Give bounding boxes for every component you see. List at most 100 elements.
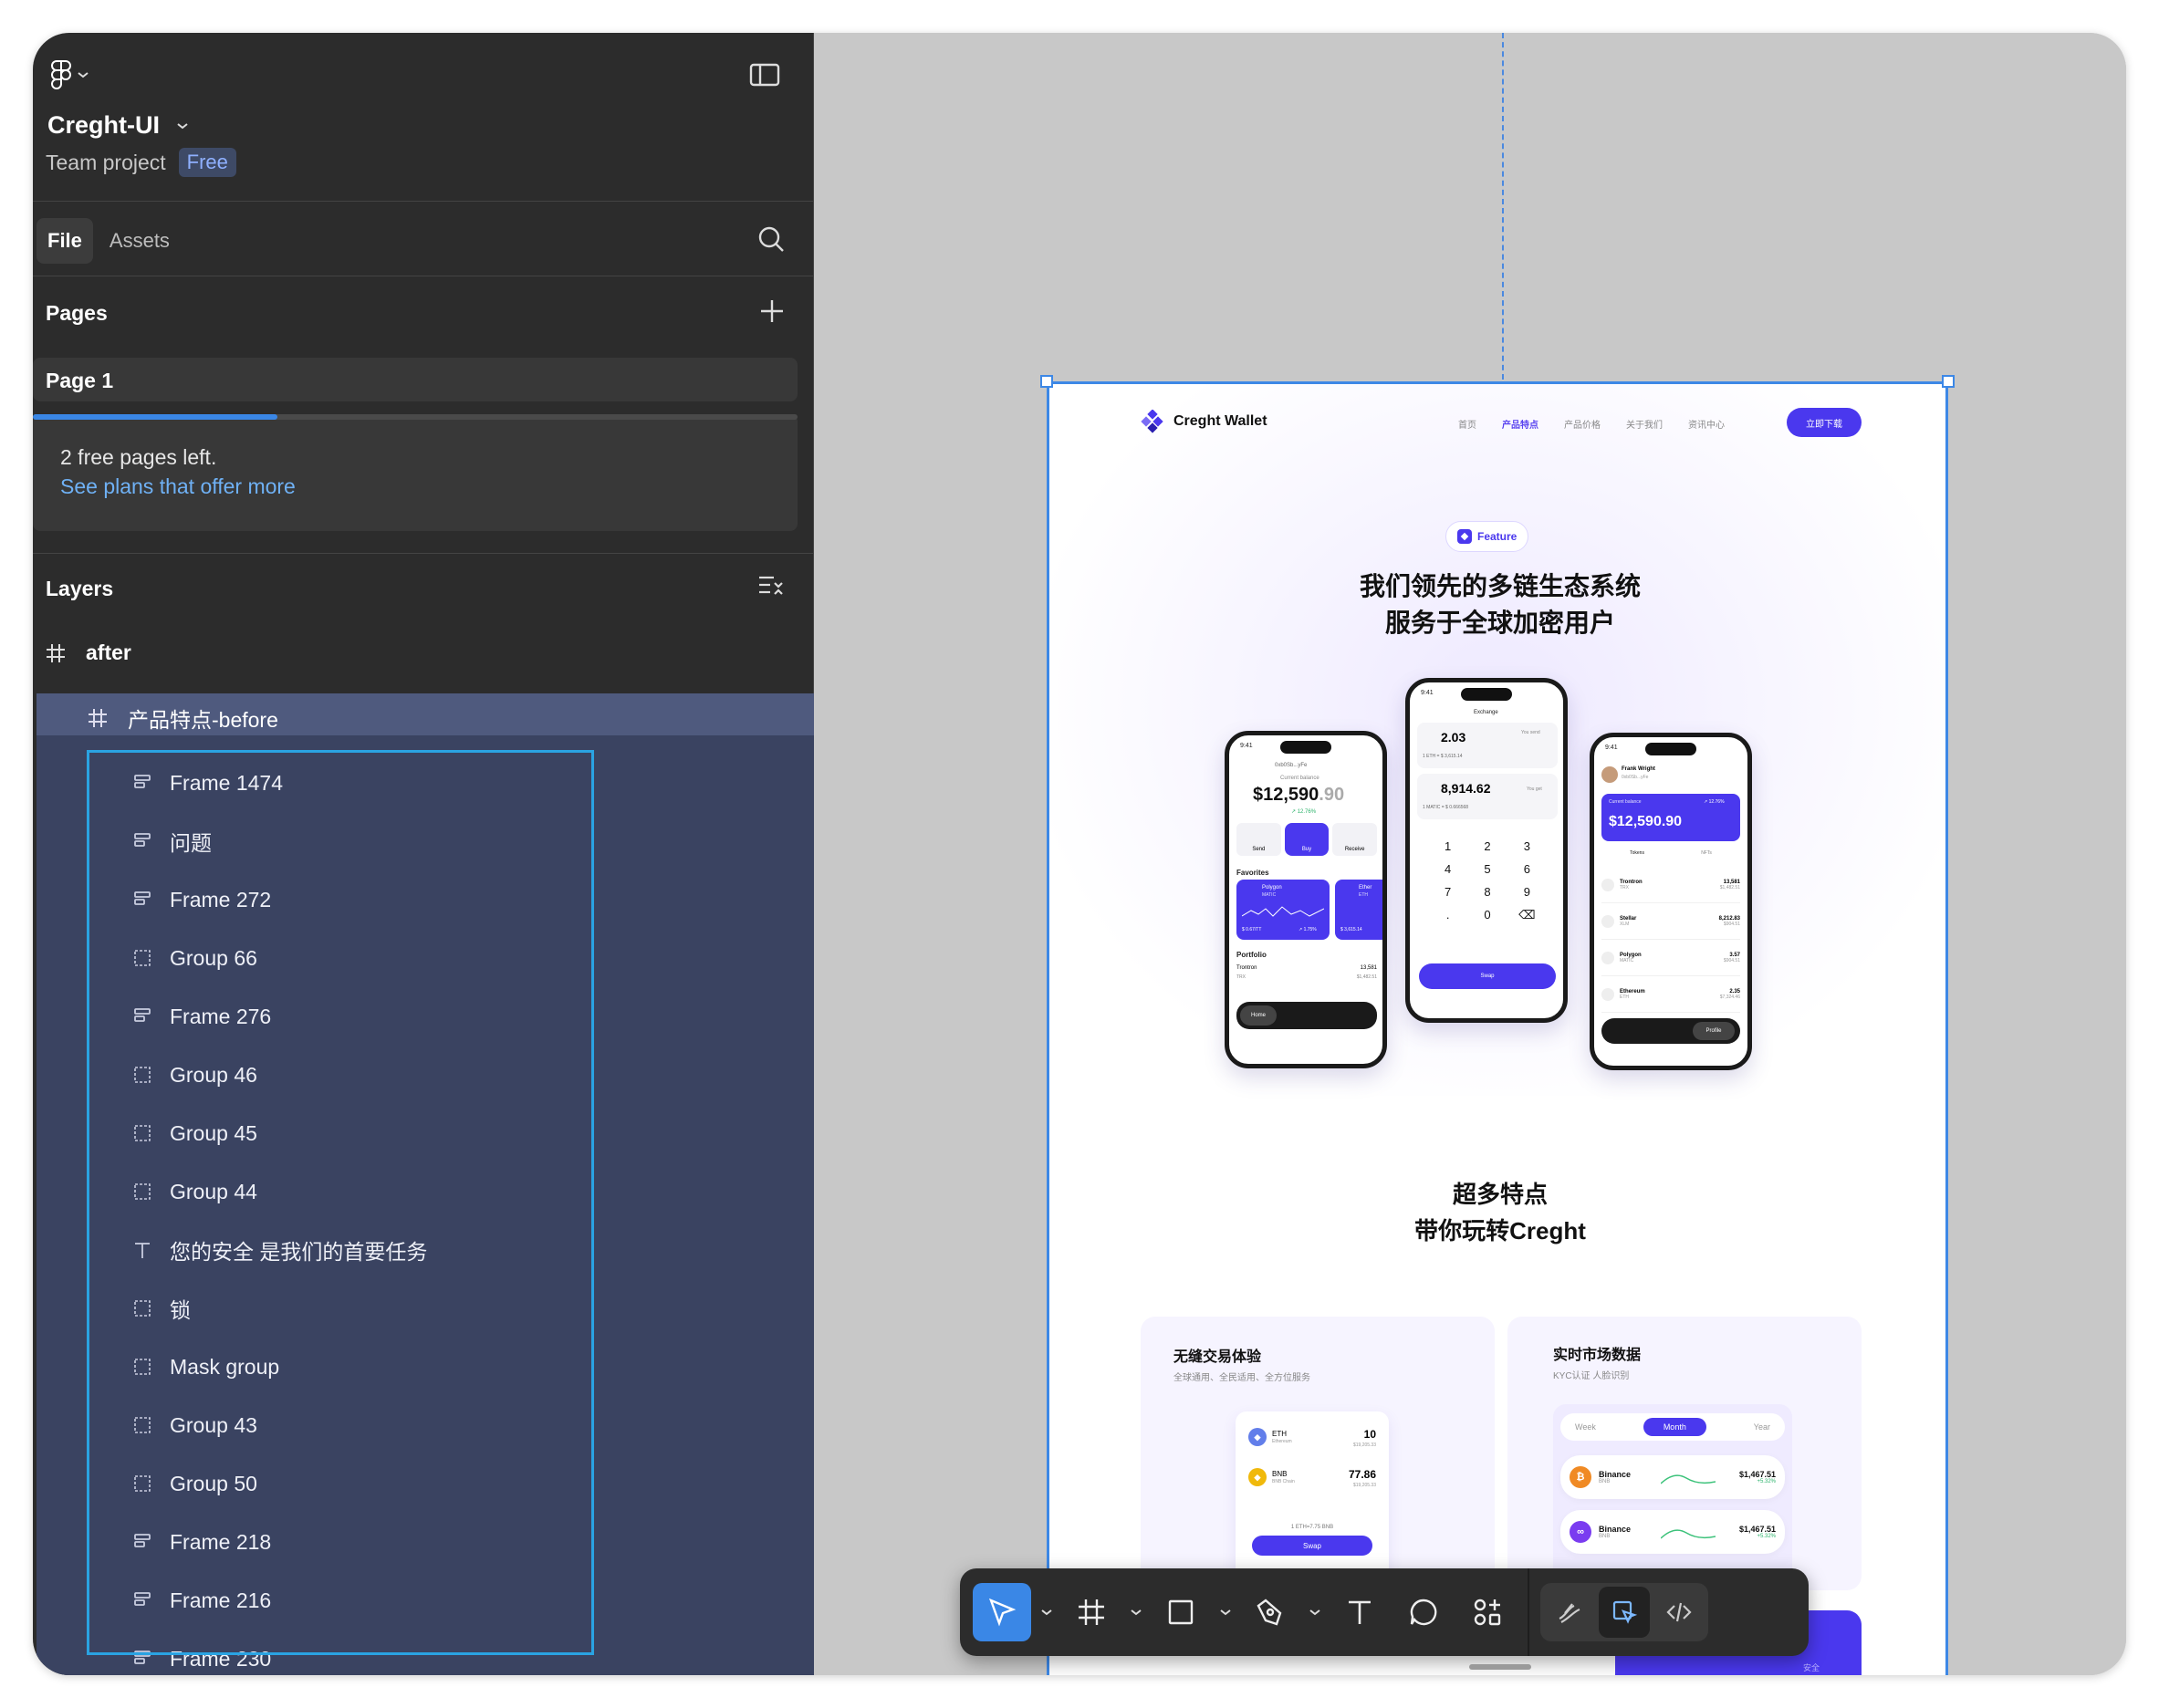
keypad-key[interactable]: 0: [1467, 908, 1507, 922]
feature-card-market: 实时市场数据 KYC认证 人脸识别 Week Month Year ₿ Binan…: [1507, 1317, 1862, 1605]
segment-year[interactable]: Year: [1754, 1422, 1770, 1432]
text-icon: [1349, 1600, 1371, 1624]
tab-tokens[interactable]: Tokens: [1630, 850, 1644, 856]
tab-home[interactable]: Home: [1240, 1005, 1277, 1026]
tab-profile[interactable]: Profile: [1693, 1022, 1735, 1040]
shape-tool-button[interactable]: [1152, 1583, 1210, 1641]
token-icon: [1601, 914, 1614, 928]
coin-sub: BNB: [1599, 1534, 1611, 1539]
nav-item[interactable]: 首页: [1458, 417, 1476, 431]
layers-options-button[interactable]: [756, 573, 793, 609]
nav-item[interactable]: 关于我们: [1626, 417, 1663, 431]
rectangle-icon: [1168, 1599, 1194, 1625]
keypad-key[interactable]: 9: [1507, 885, 1547, 899]
keypad-key[interactable]: 6: [1507, 862, 1547, 876]
left-sidebar: Creght-UI Team project Free File Assets …: [33, 33, 814, 1675]
resize-handle[interactable]: [1942, 375, 1955, 388]
keypad-key[interactable]: 7: [1428, 885, 1467, 899]
tab-file[interactable]: File: [37, 218, 93, 264]
token-row[interactable]: Polygon MATIC 3.57 $904.51: [1601, 940, 1740, 976]
row1-value: $19,205.33: [1352, 1442, 1376, 1448]
row2-value: $19,205.33: [1352, 1483, 1376, 1488]
design-mode-button[interactable]: [1599, 1587, 1650, 1638]
comment-tool-button[interactable]: [1394, 1583, 1453, 1641]
tab-nfts[interactable]: NFTs: [1701, 850, 1712, 856]
move-tool-button[interactable]: [973, 1583, 1031, 1641]
receive-action[interactable]: Receive: [1332, 823, 1378, 856]
actions-tool-button[interactable]: [1458, 1583, 1517, 1641]
download-button[interactable]: 立即下载: [1787, 408, 1862, 437]
token-row[interactable]: Trontron TRX 13,581 $1,482.51: [1601, 867, 1740, 903]
token-sub: XLM: [1620, 921, 1630, 927]
keypad-key[interactable]: 4: [1428, 862, 1467, 876]
notice-text: 2 free pages left.: [60, 445, 217, 469]
keypad-key[interactable]: 1: [1428, 839, 1467, 853]
move-tool-menu[interactable]: [1037, 1583, 1057, 1641]
dev-mode-button[interactable]: [1653, 1587, 1705, 1638]
see-plans-link[interactable]: See plans that offer more: [60, 474, 296, 499]
market-row[interactable]: ∞ Binance BNB $1,467.51 +5.32%: [1560, 1510, 1785, 1554]
chevron-down-icon: [1309, 1609, 1320, 1616]
design-frame[interactable]: Creght Wallet 首页 产品特点 产品价格 关于我们 资讯中心 立即下…: [1047, 381, 1948, 1675]
pen-tool-menu[interactable]: [1305, 1583, 1325, 1641]
add-page-button[interactable]: [758, 297, 795, 334]
token-icon: [1601, 878, 1614, 891]
nav-item[interactable]: 产品价格: [1564, 417, 1601, 431]
canvas[interactable]: Creght Wallet 首页 产品特点 产品价格 关于我们 资讯中心 立即下…: [814, 33, 2126, 1675]
rate-1: 1 ETH = $ 3,615.14: [1423, 754, 1463, 759]
balance-amount: $12,590.90: [1609, 814, 1683, 829]
draw-mode-button[interactable]: [1544, 1587, 1595, 1638]
balance-label: Current balance: [1280, 776, 1319, 781]
keypad-key[interactable]: 5: [1467, 862, 1507, 876]
layer-selected-frame[interactable]: 产品特点-before: [88, 703, 278, 734]
balance-change: ↗ 12.76%: [1291, 809, 1317, 815]
frame-tool-button[interactable]: [1062, 1583, 1121, 1641]
search-button[interactable]: [756, 224, 793, 261]
keypad-key[interactable]: ⌫: [1507, 908, 1547, 922]
token-value: $904.51: [1723, 957, 1740, 963]
segment-month[interactable]: Month: [1643, 1418, 1706, 1436]
page-item-page-1[interactable]: Page 1: [33, 358, 798, 401]
pen-tool-button[interactable]: [1241, 1583, 1299, 1641]
plan-badge[interactable]: Free: [178, 148, 236, 177]
nav-item-active[interactable]: 产品特点: [1502, 417, 1538, 431]
favorites-heading: Favorites: [1236, 869, 1269, 877]
feature-badge: Feature: [1445, 521, 1529, 552]
keypad-key[interactable]: 2: [1467, 839, 1507, 853]
mode-switcher: [1540, 1583, 1708, 1641]
tab-assets[interactable]: Assets: [99, 218, 181, 264]
market-row[interactable]: ₿ Binance BNB $1,467.51 +5.32%: [1560, 1455, 1785, 1499]
token-row[interactable]: Stellar XLM 8,212.83 $904.51: [1601, 903, 1740, 940]
swap-button[interactable]: Swap: [1252, 1536, 1372, 1556]
divider: [33, 201, 814, 202]
resize-handle[interactable]: [1040, 375, 1053, 388]
exchange-title: Exchange: [1474, 710, 1498, 715]
keypad-key[interactable]: 8: [1467, 885, 1507, 899]
buy-action[interactable]: Buy: [1284, 823, 1330, 856]
badge-icon: [1457, 529, 1472, 544]
swap-slider[interactable]: Swap: [1419, 963, 1556, 989]
frame-tool-menu[interactable]: [1126, 1583, 1146, 1641]
scroll-indicator[interactable]: [1469, 1664, 1531, 1670]
rate-2: 1 MATIC = $ 0.666568: [1423, 805, 1469, 810]
site-nav: 首页 产品特点 产品价格 关于我们 资讯中心: [1458, 417, 1725, 431]
toggle-ui-button[interactable]: [743, 53, 787, 97]
text-tool-button[interactable]: [1330, 1583, 1389, 1641]
shape-tool-menu[interactable]: [1215, 1583, 1236, 1641]
keypad-key[interactable]: 3: [1507, 839, 1547, 853]
security-card-text: 安全: [1803, 1663, 1820, 1672]
project-name[interactable]: Creght-UI: [47, 111, 189, 140]
chevron-down-icon: [1041, 1609, 1052, 1616]
fav-change: ↗ 1.75%: [1299, 927, 1317, 932]
segment-week[interactable]: Week: [1575, 1422, 1596, 1432]
sidebar-tabs: File Assets: [37, 215, 181, 266]
send-action[interactable]: Send: [1236, 823, 1281, 856]
keypad-key[interactable]: .: [1428, 908, 1467, 922]
section-title-2: 带你玩转Creght: [1414, 1217, 1586, 1245]
nav-item[interactable]: 资讯中心: [1688, 417, 1725, 431]
main-menu-button[interactable]: [46, 49, 128, 100]
layer-root-frame[interactable]: after: [46, 640, 131, 665]
token-row[interactable]: Ethereum ETH 2.35 $7,324.46: [1601, 976, 1740, 1013]
pages-progress-fill: [33, 414, 278, 420]
phone-mockup-exchange: 9:41 Exchange 2.03 You send 1 ETH = $ 3,…: [1405, 678, 1568, 1023]
